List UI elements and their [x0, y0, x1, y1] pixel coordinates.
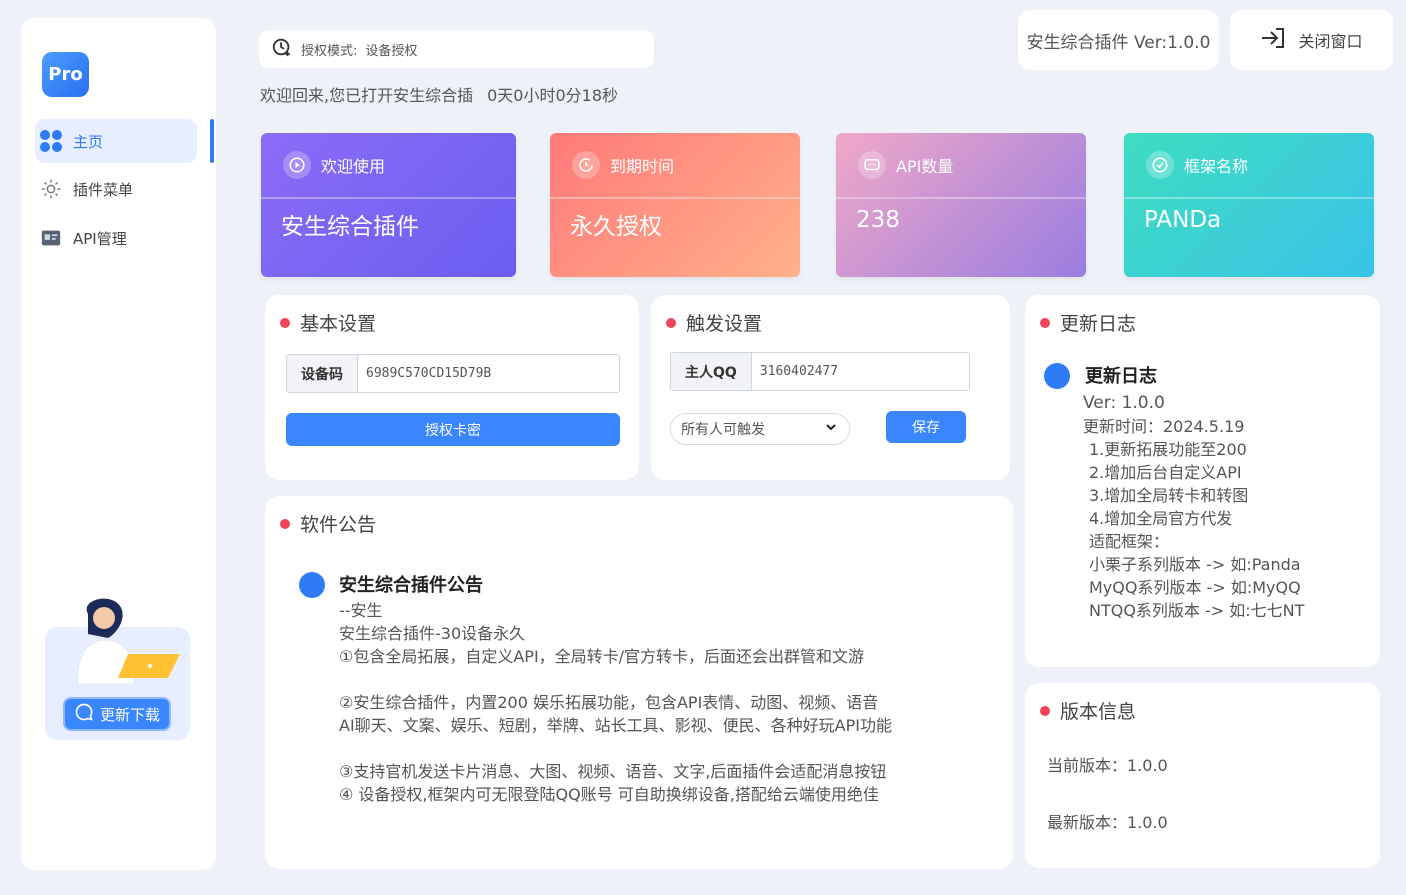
clock-plus-icon — [271, 36, 293, 62]
chat-bubble-icon — [74, 702, 94, 726]
auth-mode-value: 设备授权 — [365, 43, 418, 59]
update-download-button[interactable]: 更新下载 — [63, 697, 171, 731]
changelog-line: 3.增加全局转卡和转图 — [1089, 486, 1249, 505]
panel-title: 触发设置 — [666, 309, 762, 336]
authorize-card-button[interactable]: 授权卡密 — [286, 413, 620, 446]
changelog-line: NTQQ系列版本 -> 如:七七NT — [1089, 601, 1305, 620]
changelog-heading: 更新日志 — [1085, 366, 1157, 387]
chevron-down-icon — [825, 421, 837, 436]
close-window-label: 关闭窗口 — [1298, 32, 1363, 51]
latest-version: 最新版本：1.0.0 — [1047, 813, 1168, 832]
changelog-version: Ver: 1.0.0 — [1083, 393, 1165, 413]
device-code-label: 设备码 — [287, 355, 358, 392]
card-api-count: API数量 238 — [836, 133, 1086, 277]
panel-title: 基本设置 — [280, 309, 376, 336]
person-laptop-illustration — [77, 598, 180, 684]
version-info-panel: 版本信息 当前版本：1.0.0 最新版本：1.0.0 — [1025, 683, 1380, 868]
card-value: 安生综合插件 — [281, 214, 419, 240]
notice-marker-dot — [299, 572, 325, 598]
version-label: 安生综合插件 Ver:1.0.0 — [1018, 10, 1219, 70]
card-title: 到期时间 — [610, 157, 675, 176]
app-logo: Pro — [42, 52, 89, 97]
version-text: 安生综合插件 Ver:1.0.0 — [1026, 32, 1211, 53]
changelog-marker-dot — [1044, 363, 1070, 389]
save-button[interactable]: 保存 — [886, 411, 966, 443]
sidebar-item-home[interactable]: 主页 — [35, 119, 197, 163]
notice-line: ①包含全局拓展，自定义API，全局转卡/官方转卡，后面还会出群管和文游 — [339, 647, 865, 666]
api-icon — [39, 226, 63, 250]
trigger-scope-value: 所有人可触发 — [681, 422, 765, 438]
trigger-settings-panel: 触发设置 主人QQ 所有人可触发 保存 — [651, 295, 1010, 480]
card-value: 238 — [856, 207, 900, 233]
update-download-label: 更新下载 — [99, 705, 160, 724]
panel-title: 软件公告 — [280, 510, 376, 537]
welcome-text: 欢迎回来,您已打开安生综合插 — [260, 86, 474, 105]
notice-line: ②安生综合插件，内置200 娱乐拓展功能，包含API表情、动图、视频、语音 — [339, 693, 879, 712]
welcome-line: 欢迎回来,您已打开安生综合插 0天0小时0分18秒 — [260, 82, 618, 106]
current-version: 当前版本：1.0.0 — [1047, 756, 1168, 775]
changelog-line: 小栗子系列版本 -> 如:Panda — [1089, 555, 1301, 574]
card-value: PANDa — [1144, 207, 1222, 233]
sidebar-item-label: 主页 — [73, 132, 104, 151]
card-title: 欢迎使用 — [321, 157, 386, 176]
notice-line: --安生 — [339, 601, 383, 620]
sidebar-item-api[interactable]: API管理 — [35, 216, 197, 260]
device-code-field: 设备码 — [286, 354, 620, 393]
owner-qq-input[interactable] — [751, 353, 969, 390]
bullet-dot — [1040, 705, 1050, 716]
bullet-dot — [280, 317, 290, 328]
sidebar-item-plugin-menu[interactable]: 插件菜单 — [35, 167, 197, 211]
play-icon — [283, 151, 311, 179]
card-framework: 框架名称 PANDa — [1124, 133, 1374, 277]
bullet-dot — [666, 317, 676, 328]
changelog-body: 更新日志 Ver: 1.0.0 更新时间：2024.5.19 1.更新拓展功能至… — [1083, 365, 1304, 622]
changelog-line: MyQQ系列版本 -> 如:MyQQ — [1089, 578, 1301, 597]
panel-title: 更新日志 — [1040, 309, 1136, 336]
changelog-line: 适配框架： — [1089, 532, 1170, 551]
panel-title: 版本信息 — [1040, 697, 1136, 724]
grid-icon — [39, 129, 63, 153]
auth-mode-label: 授权模式: — [301, 43, 358, 59]
notice-panel: 软件公告 安生综合插件公告 --安生 安生综合插件-30设备永久 ①包含全局拓展… — [265, 496, 1013, 869]
owner-qq-field: 主人QQ — [670, 352, 970, 391]
owner-qq-label: 主人QQ — [671, 353, 752, 390]
refresh-clock-icon — [572, 151, 600, 179]
exit-icon — [1260, 27, 1286, 53]
notice-body: 安生综合插件公告 --安生 安生综合插件-30设备永久 ①包含全局拓展，自定义A… — [339, 574, 892, 806]
card-expiry: 到期时间 永久授权 — [550, 133, 800, 277]
device-code-input[interactable] — [358, 355, 619, 392]
auth-mode-bar: 授权模式: 设备授权 — [259, 30, 654, 68]
changelog-panel: 更新日志 更新日志 Ver: 1.0.0 更新时间：2024.5.19 1.更新… — [1025, 295, 1380, 667]
changelog-line: 2.增加后台自定义API — [1089, 463, 1242, 482]
nav-active-indicator — [210, 119, 214, 163]
notice-line: AI聊天、文案、娱乐、短剧，举牌、站长工具、影视、便民、各种好玩API功能 — [339, 716, 892, 735]
card-title: API数量 — [896, 157, 954, 176]
bullet-dot — [280, 518, 290, 529]
sidebar-item-label: 插件菜单 — [73, 180, 134, 199]
message-icon — [858, 151, 886, 179]
card-welcome: 欢迎使用 安生综合插件 — [261, 133, 516, 277]
trigger-scope-select[interactable]: 所有人可触发 — [670, 413, 850, 445]
bullet-dot — [1040, 317, 1050, 328]
card-title: 框架名称 — [1184, 157, 1249, 176]
notice-line: ③支持官机发送卡片消息、大图、视频、语音、文字,后面插件会适配消息按钮 — [339, 762, 887, 781]
check-circle-icon — [1146, 151, 1174, 179]
notice-line: ④ 设备授权,框架内可无限登陆QQ账号 可自助换绑设备,搭配给云端使用绝佳 — [339, 785, 879, 804]
notice-heading: 安生综合插件公告 — [339, 575, 483, 596]
close-window-button[interactable]: 关闭窗口 — [1230, 10, 1393, 70]
gear-icon — [39, 177, 63, 201]
basic-settings-panel: 基本设置 设备码 授权卡密 — [265, 295, 639, 480]
sidebar-item-label: API管理 — [73, 229, 127, 248]
card-value: 永久授权 — [570, 214, 662, 240]
uptime-timer: 0天0小时0分18秒 — [487, 86, 618, 105]
notice-line: 安生综合插件-30设备永久 — [339, 624, 526, 643]
changelog-date: 更新时间：2024.5.19 — [1083, 417, 1245, 436]
changelog-line: 4.增加全局官方代发 — [1089, 509, 1233, 528]
changelog-line: 1.更新拓展功能至200 — [1089, 440, 1247, 459]
